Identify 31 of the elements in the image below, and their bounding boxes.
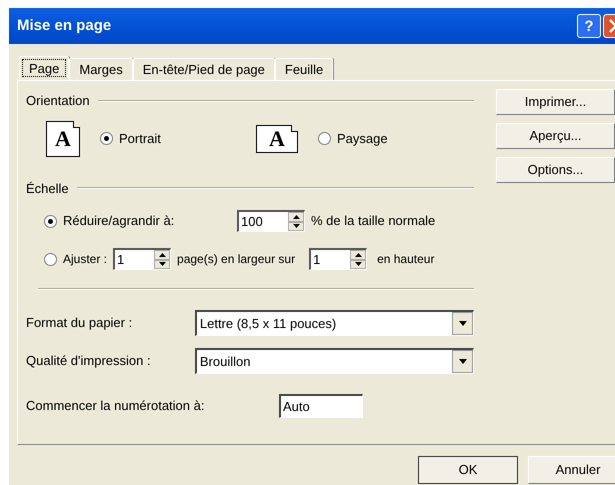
dropdown-field[interactable]: Lettre (8,5 x 11 pouces) [194, 310, 474, 336]
dropdown-field[interactable]: Brouillon [194, 348, 474, 374]
help-button[interactable]: ? [577, 14, 601, 38]
group-title: Échelle [26, 180, 69, 198]
spin-field[interactable]: 1 [113, 248, 172, 270]
field-label: Qualité d'impression : [26, 352, 152, 370]
field-label: Commencer la numérotation à: [26, 397, 206, 416]
portrait-page-icon: A [46, 120, 80, 156]
dialog-button[interactable]: OK [418, 456, 518, 484]
radio-label: Réduire/agrandir à: [63, 212, 176, 230]
tab[interactable]: Page [19, 56, 70, 80]
tab[interactable]: Marges [69, 58, 133, 80]
spin-field[interactable]: 1 [309, 248, 368, 270]
number-field[interactable]: Auto [279, 394, 363, 418]
tab[interactable]: En-tête/Pied de page [132, 58, 275, 80]
side-button[interactable]: Imprimer... [496, 89, 615, 115]
field-suffix: page(s) en largeur sur [177, 251, 296, 268]
field-suffix: en hauteur [377, 251, 434, 268]
radio-label: Portrait [119, 130, 161, 148]
tab[interactable]: Feuille [274, 58, 334, 80]
radio-label: Paysage [337, 130, 388, 148]
field-label: Format du papier : [26, 314, 134, 332]
group-title: Orientation [26, 92, 90, 110]
radio-label: Ajuster : [63, 251, 108, 268]
spin-field[interactable]: 100 [237, 210, 305, 232]
window-title: Mise en page [17, 16, 112, 36]
side-button[interactable]: Aperçu... [496, 123, 615, 149]
landscape-page-icon: A [256, 124, 298, 152]
dialog-button[interactable]: Annuler [528, 456, 615, 484]
field-suffix: % de la taille normale [311, 212, 436, 230]
side-button[interactable]: Options... [496, 157, 615, 183]
